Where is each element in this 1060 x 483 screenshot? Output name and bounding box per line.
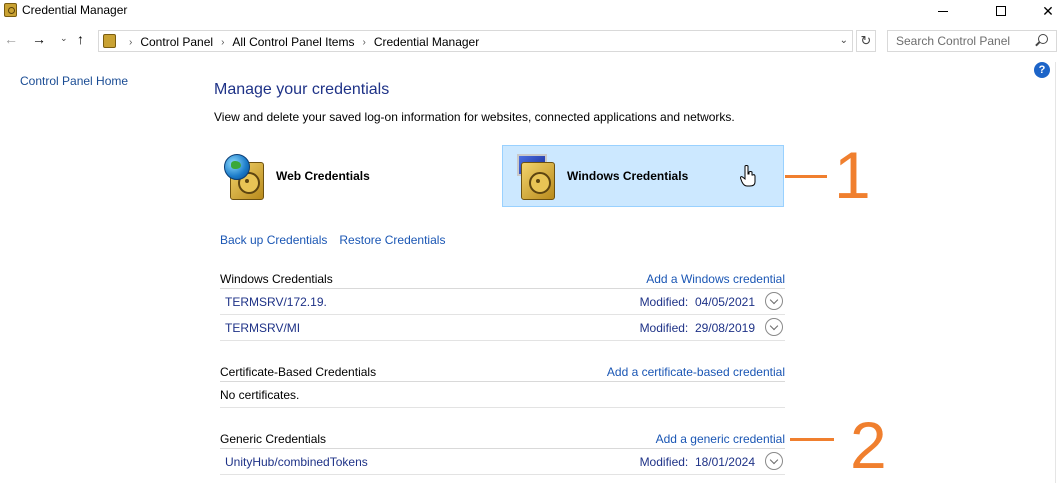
hand-cursor-icon: [740, 165, 756, 187]
credential-vault-icon: [4, 3, 17, 17]
empty-state-row: No certificates.: [220, 382, 785, 408]
address-row: ← → ⌄ ↑ › Control Panel › All Control Pa…: [0, 28, 1060, 54]
restore-credentials-link[interactable]: Restore Credentials: [339, 233, 445, 247]
chevron-right-icon: ›: [129, 36, 133, 48]
section-title: Windows Credentials: [220, 272, 333, 286]
minimize-button[interactable]: [920, 0, 966, 22]
page-title: Manage your credentials: [214, 81, 390, 98]
credential-row[interactable]: TERMSRV/MI Modified: 29/08/2019: [220, 315, 785, 341]
windows-credentials-section: Windows Credentials Add a Windows creden…: [220, 267, 785, 341]
back-arrow-icon[interactable]: ←: [4, 31, 18, 47]
help-icon[interactable]: ?: [1034, 62, 1050, 78]
credential-name[interactable]: TERMSRV/172.19.: [225, 295, 327, 309]
annotation-number-1: 1: [834, 138, 871, 212]
refresh-button[interactable]: ↻: [856, 30, 876, 52]
control-panel-home-link[interactable]: Control Panel Home: [20, 74, 128, 88]
maximize-icon: [996, 6, 1006, 16]
minimize-icon: [938, 10, 948, 12]
breadcrumb-credential-manager[interactable]: Credential Manager: [374, 35, 479, 49]
search-input[interactable]: [896, 31, 1036, 51]
expand-chevron-icon[interactable]: [765, 292, 783, 310]
search-box[interactable]: [887, 30, 1057, 52]
address-bar[interactable]: › Control Panel › All Control Panel Item…: [98, 30, 853, 52]
web-credentials-tile[interactable]: Web Credentials: [220, 145, 490, 207]
expand-chevron-icon[interactable]: [765, 452, 783, 470]
annotation-line-1: [785, 175, 827, 178]
annotation-number-2: 2: [850, 408, 887, 482]
search-icon[interactable]: [1038, 34, 1048, 44]
breadcrumb-control-panel[interactable]: Control Panel: [140, 35, 213, 49]
credential-modified: Modified: 18/01/2024: [639, 455, 755, 469]
section-header: Certificate-Based Credentials Add a cert…: [220, 360, 785, 382]
forward-arrow-icon[interactable]: →: [32, 31, 46, 47]
add-windows-credential-link[interactable]: Add a Windows credential: [646, 272, 785, 286]
breadcrumb-all-items[interactable]: All Control Panel Items: [232, 35, 354, 49]
chevron-right-icon[interactable]: ›: [362, 37, 365, 48]
section-header: Windows Credentials Add a Windows creden…: [220, 267, 785, 289]
divider: [1055, 62, 1056, 483]
recent-locations-chevron-icon[interactable]: ⌄: [60, 33, 68, 44]
windows-credentials-icon: [511, 150, 563, 202]
close-button[interactable]: ✕: [1025, 0, 1060, 22]
section-title: Certificate-Based Credentials: [220, 365, 377, 379]
chevron-right-icon[interactable]: ›: [221, 37, 224, 48]
maximize-button[interactable]: [978, 0, 1024, 22]
page-description: View and delete your saved log-on inform…: [214, 110, 735, 124]
close-icon: ✕: [1042, 2, 1054, 19]
credential-name[interactable]: UnityHub/combinedTokens: [225, 455, 368, 469]
credential-modified: Modified: 04/05/2021: [639, 295, 755, 309]
web-credentials-label: Web Credentials: [276, 169, 370, 183]
credential-row[interactable]: UnityHub/combinedTokens Modified: 18/01/…: [220, 449, 785, 475]
section-title: Generic Credentials: [220, 432, 327, 446]
add-certificate-credential-link[interactable]: Add a certificate-based credential: [607, 365, 785, 379]
window-title: Credential Manager: [22, 3, 128, 17]
web-credentials-icon: [220, 150, 272, 202]
expand-chevron-icon[interactable]: [765, 318, 783, 336]
windows-credentials-label: Windows Credentials: [567, 169, 689, 183]
chevron-down-icon[interactable]: ⌄: [840, 35, 848, 46]
up-arrow-icon[interactable]: ↑: [77, 31, 84, 47]
section-header: Generic Credentials Add a generic creden…: [220, 427, 785, 449]
annotation-line-2: [790, 438, 834, 441]
breadcrumb: › Control Panel › All Control Panel Item…: [121, 35, 479, 49]
add-generic-credential-link[interactable]: Add a generic credential: [656, 432, 785, 446]
refresh-icon: ↻: [860, 33, 872, 48]
certificate-credentials-section: Certificate-Based Credentials Add a cert…: [220, 360, 785, 408]
credential-row[interactable]: TERMSRV/172.19. Modified: 04/05/2021: [220, 289, 785, 315]
backup-restore-links: Back up Credentials Restore Credentials: [220, 233, 445, 247]
control-panel-icon: [103, 34, 116, 48]
generic-credentials-section: Generic Credentials Add a generic creden…: [220, 427, 785, 475]
credential-name[interactable]: TERMSRV/MI: [225, 321, 300, 335]
backup-credentials-link[interactable]: Back up Credentials: [220, 233, 327, 247]
no-certificates-text: No certificates.: [220, 388, 300, 402]
title-bar: Credential Manager ✕: [0, 0, 1060, 22]
credential-modified: Modified: 29/08/2019: [639, 321, 755, 335]
